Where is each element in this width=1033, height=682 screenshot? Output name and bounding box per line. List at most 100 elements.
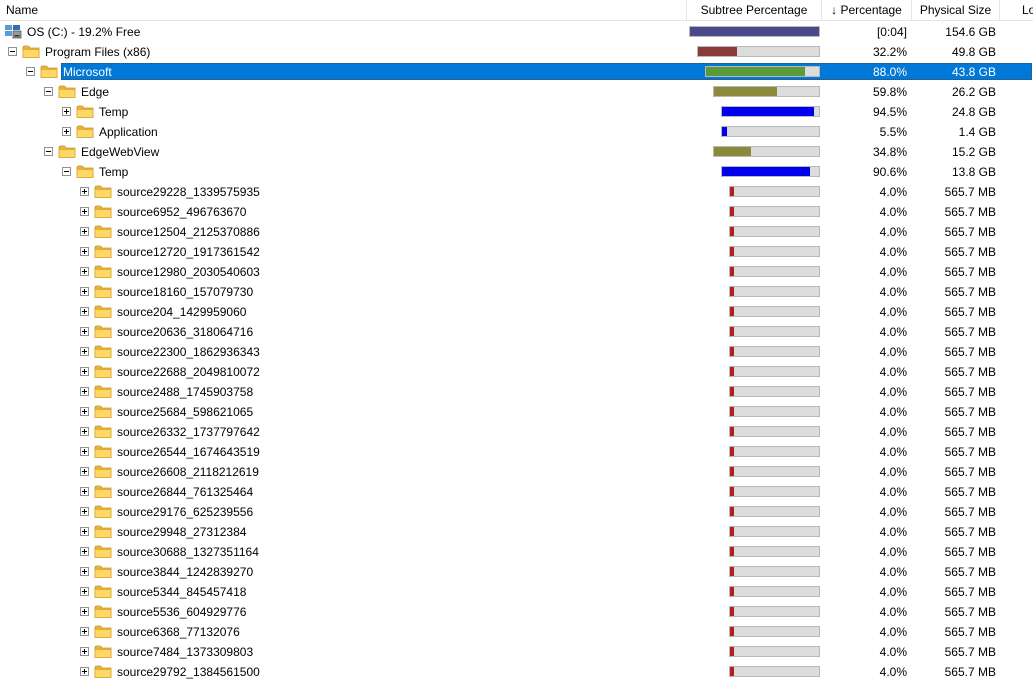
expand-icon[interactable] bbox=[80, 447, 89, 456]
subtree-percentage-bar bbox=[729, 606, 820, 617]
tree-row[interactable]: source20636_318064716 4.0% 565.7 MB bbox=[0, 322, 1033, 342]
physical-size-value: 565.7 MB bbox=[944, 345, 996, 359]
tree-row[interactable]: Microsoft 88.0% 43.8 GB bbox=[0, 62, 1033, 82]
collapse-icon[interactable] bbox=[44, 147, 53, 156]
expand-icon[interactable] bbox=[80, 487, 89, 496]
physical-size-value: 13.8 GB bbox=[951, 165, 996, 179]
expand-icon[interactable] bbox=[80, 567, 89, 576]
tree-row[interactable]: source5344_845457418 4.0% 565.7 MB bbox=[0, 582, 1033, 602]
subtree-percentage-bar bbox=[729, 206, 820, 217]
expand-icon[interactable] bbox=[80, 467, 89, 476]
tree-row[interactable]: source7484_1373309803 4.0% 565.7 MB bbox=[0, 642, 1033, 662]
subtree-percentage-bar bbox=[729, 366, 820, 377]
tree-row[interactable]: source12504_2125370886 4.0% 565.7 MB bbox=[0, 222, 1033, 242]
collapse-icon[interactable] bbox=[62, 167, 71, 176]
tree-row[interactable]: source29948_27312384 4.0% 565.7 MB bbox=[0, 522, 1033, 542]
tree-row[interactable]: EdgeWebView 34.8% 15.2 GB bbox=[0, 142, 1033, 162]
expand-icon[interactable] bbox=[80, 667, 89, 676]
expand-icon[interactable] bbox=[62, 127, 71, 136]
drive-icon bbox=[4, 24, 22, 39]
subtree-percentage-fill bbox=[730, 587, 734, 596]
column-header-name[interactable]: Name bbox=[0, 0, 687, 20]
expand-icon[interactable] bbox=[80, 607, 89, 616]
tree-row[interactable]: source12720_1917361542 4.0% 565.7 MB bbox=[0, 242, 1033, 262]
expand-icon[interactable] bbox=[80, 307, 89, 316]
row-name: source7484_1373309803 bbox=[117, 645, 254, 659]
expand-icon[interactable] bbox=[80, 267, 89, 276]
tree-row[interactable]: source29228_1339575935 4.0% 565.7 MB bbox=[0, 182, 1033, 202]
percentage-value: 4.0% bbox=[879, 485, 907, 499]
column-header-percentage[interactable]: ↓ Percentage bbox=[822, 0, 912, 20]
expand-icon[interactable] bbox=[80, 367, 89, 376]
expand-icon[interactable] bbox=[80, 347, 89, 356]
expand-icon[interactable] bbox=[80, 547, 89, 556]
expand-icon[interactable] bbox=[80, 407, 89, 416]
tree-row[interactable]: source204_1429959060 4.0% 565.7 MB bbox=[0, 302, 1033, 322]
folder-icon bbox=[94, 584, 112, 599]
subtree-percentage-fill bbox=[730, 247, 734, 256]
tree-row[interactable]: Temp 94.5% 24.8 GB bbox=[0, 102, 1033, 122]
tree-row[interactable]: source29176_625239556 4.0% 565.7 MB bbox=[0, 502, 1033, 522]
tree-row[interactable]: source22300_1862936343 4.0% 565.7 MB bbox=[0, 342, 1033, 362]
expand-icon[interactable] bbox=[80, 427, 89, 436]
row-name: source12720_1917361542 bbox=[117, 245, 260, 259]
tree-row[interactable]: source26544_1674643519 4.0% 565.7 MB bbox=[0, 442, 1033, 462]
physical-size-value: 565.7 MB bbox=[944, 465, 996, 479]
expand-icon[interactable] bbox=[80, 507, 89, 516]
tree-row[interactable]: source18160_157079730 4.0% 565.7 MB bbox=[0, 282, 1033, 302]
tree-row[interactable]: Temp 90.6% 13.8 GB bbox=[0, 162, 1033, 182]
row-name: source6368_77132076 bbox=[117, 625, 240, 639]
column-header-truncated[interactable]: Lo bbox=[1000, 0, 1033, 20]
expand-icon[interactable] bbox=[80, 647, 89, 656]
expand-icon[interactable] bbox=[80, 387, 89, 396]
expand-icon[interactable] bbox=[80, 207, 89, 216]
column-header-physical-size[interactable]: Physical Size bbox=[912, 0, 1000, 20]
tree-row[interactable]: OS (C:) - 19.2% Free [0:04] 154.6 GB bbox=[0, 22, 1033, 42]
expand-icon[interactable] bbox=[80, 527, 89, 536]
folder-icon bbox=[94, 604, 112, 619]
tree-row[interactable]: source12980_2030540603 4.0% 565.7 MB bbox=[0, 262, 1033, 282]
tree-row[interactable]: source2488_1745903758 4.0% 565.7 MB bbox=[0, 382, 1033, 402]
subtree-percentage-fill bbox=[722, 107, 814, 116]
collapse-icon[interactable] bbox=[44, 87, 53, 96]
tree-row[interactable]: source25684_598621065 4.0% 565.7 MB bbox=[0, 402, 1033, 422]
folder-icon bbox=[58, 84, 76, 99]
subtree-percentage-fill bbox=[730, 387, 734, 396]
subtree-percentage-fill bbox=[730, 267, 734, 276]
tree-row[interactable]: source26332_1737797642 4.0% 565.7 MB bbox=[0, 422, 1033, 442]
subtree-percentage-bar bbox=[729, 426, 820, 437]
tree-row[interactable]: source26608_2118212619 4.0% 565.7 MB bbox=[0, 462, 1033, 482]
folder-icon bbox=[76, 124, 94, 139]
row-name: source5536_604929776 bbox=[117, 605, 247, 619]
expand-icon[interactable] bbox=[80, 247, 89, 256]
percentage-value: 4.0% bbox=[879, 245, 907, 259]
expand-icon[interactable] bbox=[80, 327, 89, 336]
tree-row[interactable]: Program Files (x86) 32.2% 49.8 GB bbox=[0, 42, 1033, 62]
row-name: source5344_845457418 bbox=[117, 585, 247, 599]
subtree-percentage-bar bbox=[729, 626, 820, 637]
tree-row[interactable]: source30688_1327351164 4.0% 565.7 MB bbox=[0, 542, 1033, 562]
expand-icon[interactable] bbox=[80, 587, 89, 596]
tree-row[interactable]: source5536_604929776 4.0% 565.7 MB bbox=[0, 602, 1033, 622]
tree-row[interactable]: source26844_761325464 4.0% 565.7 MB bbox=[0, 482, 1033, 502]
collapse-icon[interactable] bbox=[26, 67, 35, 76]
tree-row[interactable]: source29792_1384561500 4.0% 565.7 MB bbox=[0, 662, 1033, 682]
row-name: Program Files (x86) bbox=[45, 45, 151, 59]
tree-row[interactable]: source3844_1242839270 4.0% 565.7 MB bbox=[0, 562, 1033, 582]
expand-icon[interactable] bbox=[80, 627, 89, 636]
tree-row[interactable]: source6952_496763670 4.0% 565.7 MB bbox=[0, 202, 1033, 222]
column-header-subtree-percentage[interactable]: Subtree Percentage bbox=[687, 0, 822, 20]
subtree-percentage-fill bbox=[706, 67, 805, 76]
physical-size-value: 26.2 GB bbox=[951, 85, 996, 99]
subtree-percentage-bar bbox=[713, 146, 820, 157]
expand-icon[interactable] bbox=[62, 107, 71, 116]
subtree-percentage-fill bbox=[722, 127, 727, 136]
tree-row[interactable]: source6368_77132076 4.0% 565.7 MB bbox=[0, 622, 1033, 642]
tree-row[interactable]: source22688_2049810072 4.0% 565.7 MB bbox=[0, 362, 1033, 382]
expand-icon[interactable] bbox=[80, 187, 89, 196]
collapse-icon[interactable] bbox=[8, 47, 17, 56]
expand-icon[interactable] bbox=[80, 287, 89, 296]
expand-icon[interactable] bbox=[80, 227, 89, 236]
tree-row[interactable]: Application 5.5% 1.4 GB bbox=[0, 122, 1033, 142]
tree-row[interactable]: Edge 59.8% 26.2 GB bbox=[0, 82, 1033, 102]
